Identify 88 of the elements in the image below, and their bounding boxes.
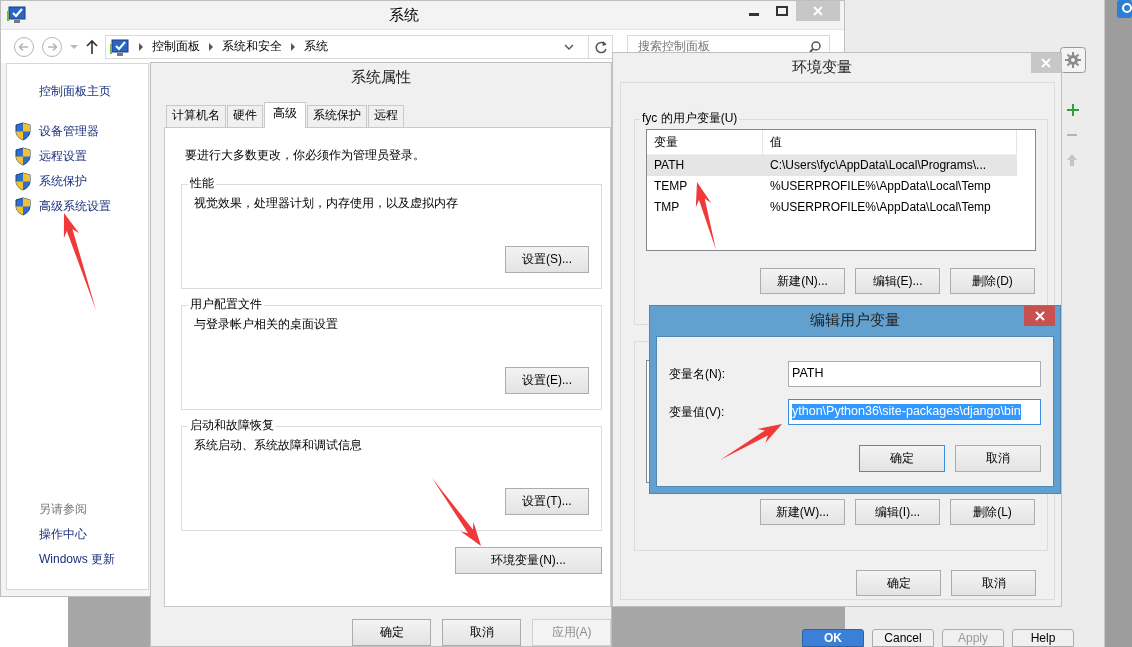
settings-icon[interactable] [1060,47,1086,73]
breadcrumb-item[interactable]: 系统 [304,39,328,54]
sidebar-link[interactable]: 控制面板主页 [15,84,148,99]
close-icon [1041,58,1051,68]
dialog-button[interactable]: 取消 [951,570,1036,596]
dialog-button[interactable]: 确定 [352,619,431,646]
group-title: 启动和故障恢复 [188,418,276,433]
chevron-icon [208,42,214,51]
table-row[interactable]: TMP %USERPROFILE%\AppData\Local\Temp [647,197,1017,218]
tab[interactable]: 计算机名 [166,105,226,127]
table-cell: %USERPROFILE%\AppData\Local\Temp [770,179,991,193]
shield-icon [15,122,31,141]
dialog-button[interactable]: 取消 [955,445,1041,472]
add-icon[interactable] [1067,104,1079,116]
chevron-icon [290,42,296,51]
column-header[interactable]: 变量 [647,130,763,154]
close-icon [813,6,823,16]
close-icon [1034,311,1045,321]
sidebar-link[interactable]: 高级系统设置 [39,199,111,214]
back-icon[interactable] [13,35,35,58]
monitor-icon [110,37,130,56]
forward-icon[interactable] [41,35,63,58]
arrow-up-icon[interactable] [1067,154,1077,166]
up-icon[interactable] [85,38,99,55]
sidebar-link[interactable]: Windows 更新 [15,552,148,567]
dialog-button[interactable]: 编辑(I)... [855,499,940,525]
breadcrumb-item[interactable]: 控制面板 [152,39,200,54]
dialog-title: 编辑用户变量 [810,311,900,330]
dialog-button[interactable]: OK [802,629,864,647]
group-description: 系统启动、系统故障和调试信息 [194,438,363,453]
annotation-arrow [695,182,716,250]
field-label: 变量值(V): [669,404,726,420]
shield-icon [15,172,31,191]
tab[interactable]: 远程 [368,105,404,127]
dialog-button[interactable]: 取消 [442,619,521,646]
annotation-arrow [432,478,481,546]
refresh-icon[interactable] [593,39,608,54]
app-icon [1117,0,1132,18]
group-description: 与登录帐户相关的桌面设置 [194,317,339,332]
group-description: 视觉效果，处理器计划，内存使用，以及虚拟内存 [194,196,459,211]
table-cell: PATH [654,158,685,172]
dropdown-icon[interactable] [564,43,574,50]
maximize-icon[interactable] [776,6,788,16]
table-cell: TMP [654,200,680,214]
sidebar-link[interactable]: 远程设置 [39,149,87,164]
shield-icon [15,147,31,166]
monitor-icon [7,5,27,25]
breadcrumb-item[interactable]: 系统和安全 [222,39,282,54]
sidebar-link[interactable]: 设备管理器 [39,124,99,139]
tab[interactable]: 高级 [264,102,306,128]
tab[interactable]: 硬件 [227,105,263,127]
dialog-button[interactable]: Cancel [872,629,934,647]
dialog-button[interactable]: 新建(W)... [760,499,845,525]
sidebar-link[interactable]: 操作中心 [15,527,148,542]
window-title: 系统 [388,5,419,23]
dialog-title: 系统属性 [351,67,411,87]
field-label: 变量名(N): [669,366,726,382]
dialog-button[interactable]: 编辑(E)... [855,268,940,294]
table-cell: C:\Users\fyc\AppData\Local\Programs\... [770,158,987,172]
dialog-title: 环境变量 [792,58,852,77]
shield-icon [15,197,31,216]
annotation-arrow [720,424,782,460]
group-title: 性能 [188,176,216,191]
dialog-button[interactable]: 删除(D) [950,268,1035,294]
close-button[interactable] [1024,306,1055,326]
settings-button[interactable]: 设置(E)... [505,367,589,394]
notice-text: 要进行大多数更改，你必须作为管理员登录。 [185,148,426,163]
dialog-button[interactable]: 新建(N)... [760,268,845,294]
table-cell: TEMP [654,179,688,193]
table-cell: %USERPROFILE%\AppData\Local\Temp [770,200,991,214]
dialog-button[interactable]: Help [1012,629,1074,647]
settings-button[interactable]: 设置(T)... [505,488,589,515]
chevron-icon [138,42,144,51]
environment-button[interactable]: 环境变量(N)... [455,547,602,574]
group-title: 用户配置文件 [188,297,264,312]
input-field[interactable]: PATH [788,361,1041,387]
dialog-button[interactable]: 删除(L) [950,499,1035,525]
table-row[interactable]: TEMP %USERPROFILE%\AppData\Local\Temp [647,176,1017,197]
group-title: fyc 的用户变量(U) [640,111,740,126]
column-header[interactable]: 值 [763,130,1017,154]
dialog-button[interactable]: 确定 [856,570,941,596]
dialog-button[interactable]: 确定 [859,445,945,472]
table-row[interactable]: PATH C:\Users\fyc\AppData\Local\Programs\... [647,155,1017,176]
search-icon [809,40,821,53]
tab[interactable]: 系统保护 [307,105,367,127]
sidebar-heading: 另请参阅 [38,502,88,517]
sidebar-link[interactable]: 系统保护 [39,174,87,189]
settings-button[interactable]: 设置(S)... [505,246,589,273]
